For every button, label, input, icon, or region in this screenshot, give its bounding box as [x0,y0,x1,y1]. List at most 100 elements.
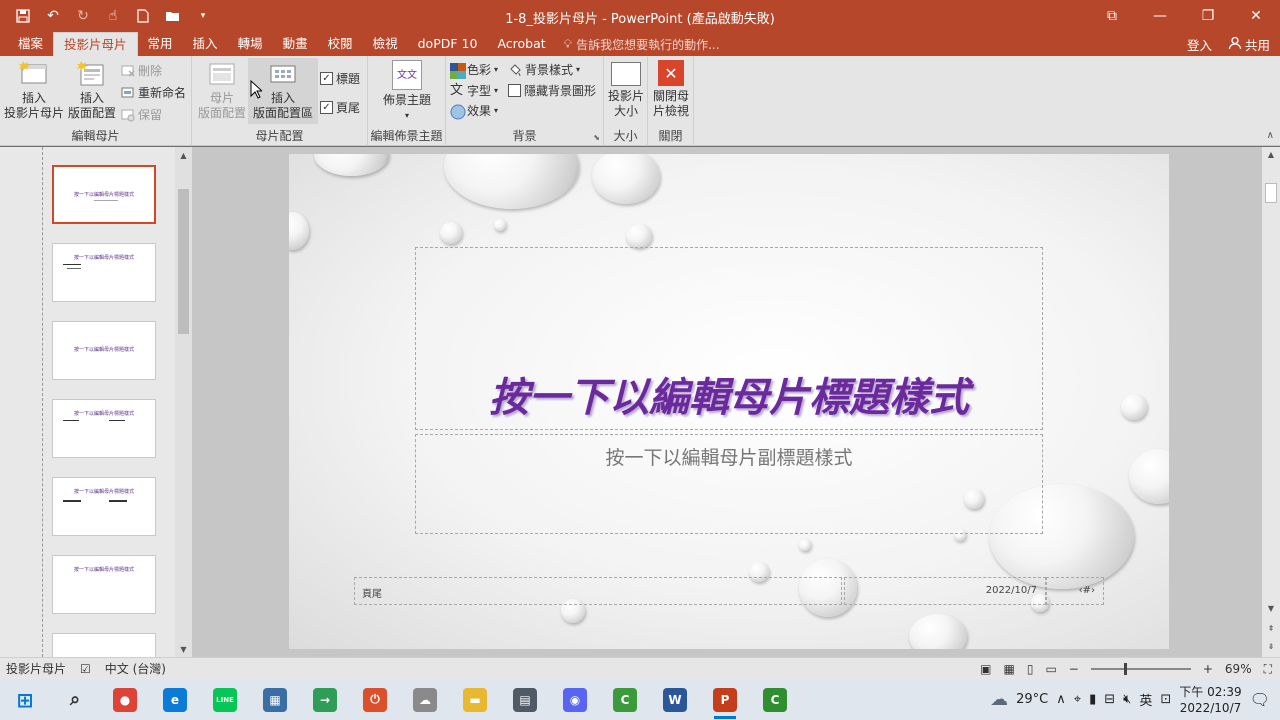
slide-thumbnail-layout[interactable] [52,633,156,657]
scroll-thumb[interactable] [1265,183,1277,203]
taskbar-file-explorer-icon[interactable]: ▬ [450,679,500,720]
ime-mode-icon[interactable]: ⊡ [1160,692,1171,707]
taskbar-cloud-app-icon[interactable]: ☁ [400,679,450,720]
scroll-up-icon[interactable]: ▲ [1262,147,1280,161]
taskbar-chrome-icon[interactable]: ● [100,679,150,720]
language-indicator[interactable]: 中文 (台灣) [105,660,166,677]
slide-title[interactable]: 按一下以編輯母片標題樣式 [416,365,1042,423]
scroll-up-icon[interactable]: ▲ [175,147,192,163]
subtitle-placeholder[interactable]: 按一下以編輯母片副標題樣式 [415,434,1043,534]
notification-icon[interactable]: 🗨︎ [1250,690,1270,709]
slide-subtitle[interactable]: 按一下以編輯母片副標題樣式 [416,443,1042,470]
zoom-slider[interactable] [1090,663,1191,675]
taskbar-powerpoint-icon[interactable]: P [700,679,750,720]
tab-transitions[interactable]: 轉場 [228,32,273,56]
dialog-launcher-icon[interactable]: ⬊ [593,133,600,142]
taskbar-start-icon[interactable]: ⊞ [0,679,50,720]
preserve-button[interactable]: 保留 [121,106,162,123]
taskbar-edge-icon[interactable]: e [150,679,200,720]
network-icon[interactable]: ⊟ [1104,692,1115,707]
effects-button[interactable]: 效果 ▾ [450,102,498,119]
show-hidden-icons[interactable]: ∧ [1056,692,1066,707]
spelling-check-icon[interactable]: ☑︎ [80,662,91,676]
themes-button[interactable]: 文文 佈景主題 ▾ [378,60,436,123]
insert-layout-button[interactable]: 插入 版面配置 [66,60,118,121]
volume-muted-icon[interactable]: 🔇︎ [1123,692,1131,707]
tab-insert[interactable]: 插入 [183,32,228,56]
scroll-down-icon[interactable]: ▼ [175,641,192,657]
thumbnail-scrollbar[interactable]: ▲ ▼ [175,147,192,657]
slide-thumbnail-master[interactable]: 按一下以編輯母片標題樣式 [52,165,156,224]
tab-acrobat[interactable]: Acrobat [487,32,555,56]
footer-placeholder[interactable]: 頁尾 [354,577,842,605]
input-method-indicator[interactable]: 英 [1139,690,1152,709]
taskbar-store-icon[interactable]: ▦ [250,679,300,720]
touch-mode-icon[interactable]: ☝ [100,3,126,29]
taskbar-line-icon[interactable]: LINE [200,679,250,720]
master-layout-button[interactable]: 母片 版面配置 [196,60,248,121]
tab-file[interactable]: 檔案 [8,32,53,56]
delete-button[interactable]: 刪除 [121,62,162,79]
slide-size-button[interactable]: 投影片 大小 [606,60,646,119]
title-checkbox[interactable]: ✓ 標題 [320,70,360,87]
taskbar-camtasia-icon[interactable]: C [600,679,650,720]
zoom-out-button[interactable]: − [1069,662,1079,676]
redo-icon[interactable]: ↻ [70,3,96,29]
meet-now-icon[interactable]: ⌖ [1074,692,1081,707]
rename-button[interactable]: 重新命名 [121,84,186,101]
tell-me-box[interactable]: 💡︎ 告訴我您想要執行的動作... [556,32,728,56]
zoom-in-button[interactable]: + [1203,662,1213,676]
tab-dopdf[interactable]: doPDF 10 [408,32,488,56]
hide-background-graphics-checkbox[interactable]: 隱藏背景圖形 [508,82,596,99]
collapse-ribbon-icon[interactable]: ∧ [1267,130,1274,141]
open-folder-icon[interactable] [160,3,186,29]
minimize-button[interactable]: — [1136,0,1184,32]
weather-icon[interactable]: ☁ [990,689,1008,710]
close-master-view-button[interactable]: ✕ 關閉母 片檢視 [650,60,692,119]
slide-thumbnail-layout[interactable]: 按一下以編輯母片標題樣式 [52,243,156,302]
taskbar-discord-icon[interactable]: ◉ [550,679,600,720]
restore-button[interactable]: ❐ [1184,0,1232,32]
normal-view-icon[interactable]: ▣ [980,662,991,676]
slide-show-icon[interactable]: ▭ [1045,662,1056,676]
slide-thumbnail-layout[interactable]: 按一下以編輯母片標題樣式 [52,555,156,614]
reading-view-icon[interactable]: ▯ [1027,662,1034,676]
zoom-slider-knob[interactable] [1123,663,1127,675]
sign-in-link[interactable]: 登入 [1187,35,1212,54]
slide-sorter-icon[interactable]: ▦ [1004,662,1015,676]
customize-qat-icon[interactable]: ▾ [190,3,216,29]
taskbar-power-app-icon[interactable]: ⏻ [350,679,400,720]
canvas-scrollbar[interactable]: ▲ ▼ ⇞ ⇟ [1262,147,1280,657]
taskbar-sign-in-app-icon[interactable]: → [300,679,350,720]
ribbon-display-options-icon[interactable]: ⧉ [1088,0,1136,32]
tab-view[interactable]: 檢視 [363,32,408,56]
close-button[interactable]: ✕ [1232,0,1280,32]
tab-review[interactable]: 校閱 [318,32,363,56]
insert-slide-master-button[interactable]: 插入 投影片母片 [4,60,64,121]
new-file-icon[interactable] [130,3,156,29]
taskbar-word-icon[interactable]: W [650,679,700,720]
save-icon[interactable] [10,3,36,29]
scroll-down-icon[interactable]: ▼ [1262,601,1280,615]
footer-checkbox[interactable]: ✓ 頁尾 [320,99,360,116]
clock[interactable]: 下午 02:39 2022/10/7 [1179,684,1241,716]
tab-animations[interactable]: 動畫 [273,32,318,56]
share-button[interactable]: 共用 [1228,35,1270,54]
weather-temp[interactable]: 29°C [1016,692,1048,707]
taskbar-camtasia-2-icon[interactable]: C [750,679,800,720]
background-styles-button[interactable]: 背景樣式 ▾ [508,61,580,78]
next-slide-icon[interactable]: ⇟ [1262,639,1280,653]
title-placeholder[interactable]: 按一下以編輯母片標題樣式 [415,247,1043,430]
tab-slide-master[interactable]: 投影片母片 [53,32,138,56]
taskbar-search-icon[interactable]: ⌕ [50,679,100,720]
slide-thumbnail-layout[interactable]: 按一下以編輯母片標題樣式 [52,321,156,380]
tab-home[interactable]: 常用 [138,32,183,56]
slide-thumbnail-layout[interactable]: 按一下以編輯母片標題樣式 [52,399,156,458]
zoom-level[interactable]: 69% [1225,662,1252,676]
slide-master[interactable]: 按一下以編輯母片標題樣式 按一下以編輯母片副標題樣式 頁尾 2022/10/7 … [289,154,1169,649]
fit-to-window-icon[interactable]: ⛶ [1264,662,1272,677]
date-placeholder[interactable]: 2022/10/7 [844,577,1046,605]
previous-slide-icon[interactable]: ⇞ [1262,621,1280,635]
page-number-placeholder[interactable]: ‹#› [1046,577,1104,605]
undo-icon[interactable]: ↶ [40,3,66,29]
